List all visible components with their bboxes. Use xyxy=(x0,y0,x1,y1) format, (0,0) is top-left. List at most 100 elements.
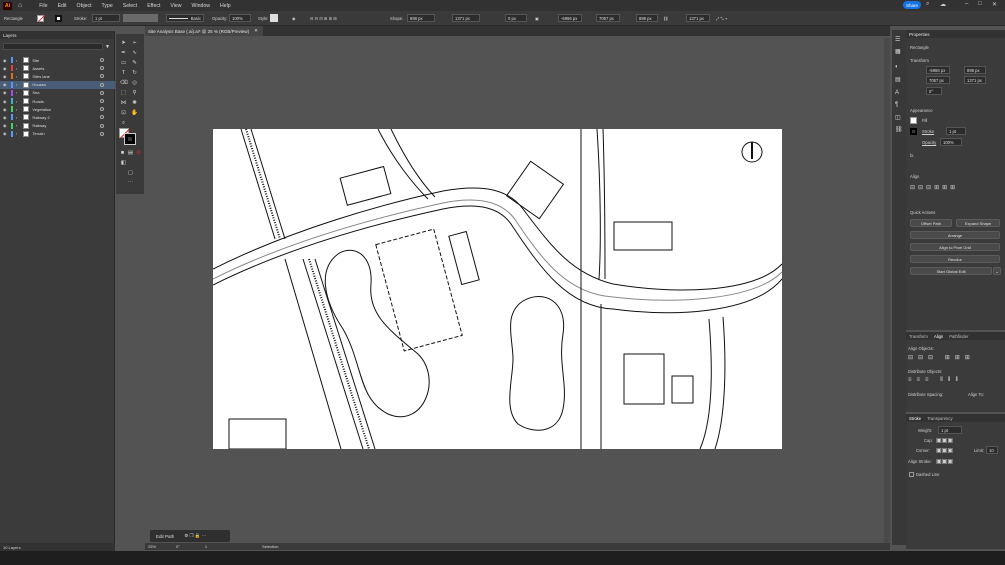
direct-selection-tool-icon[interactable]: ➢ xyxy=(131,40,138,47)
maximize-icon[interactable]: □ xyxy=(978,1,982,7)
vertical-scrollbar[interactable] xyxy=(884,38,890,543)
free-transform-tool-icon[interactable]: ⬚ xyxy=(120,90,127,97)
document-tab[interactable]: Site Analysis Base (.ai).ai* @ 25 % (RGB… xyxy=(145,26,263,36)
type-tool-icon[interactable]: T xyxy=(120,70,127,77)
eraser-tool-icon[interactable]: ⌫ xyxy=(120,80,128,87)
expand-arrow-icon[interactable]: › xyxy=(16,74,17,79)
y-field[interactable]: 7067 px xyxy=(596,14,620,22)
graphic-style-swatch[interactable] xyxy=(270,14,278,22)
layer-name[interactable]: Houses xyxy=(32,82,46,87)
eye-icon[interactable]: ◉ xyxy=(3,131,9,136)
variable-width-profile[interactable] xyxy=(123,14,158,22)
links-dock-icon[interactable]: ⛓ xyxy=(895,126,903,133)
prop-opacity-field[interactable]: 100% xyxy=(940,138,962,146)
menu-effect[interactable]: Effect xyxy=(142,3,165,9)
stroke-weight-field[interactable]: 1 pt xyxy=(92,14,120,22)
blend-tool-icon[interactable]: ⋈ xyxy=(120,100,127,107)
layer-row[interactable]: ◉ › Vegetation xyxy=(0,105,115,113)
swatches-dock-icon[interactable]: ▤ xyxy=(895,76,901,83)
eye-icon[interactable]: ◉ xyxy=(3,90,9,95)
minimize-icon[interactable]: – xyxy=(965,1,968,7)
expand-arrow-icon[interactable]: › xyxy=(16,90,17,95)
expand-shape-button[interactable]: Expand Shape xyxy=(956,219,1000,227)
layer-row[interactable]: ◉ › Railway 2 xyxy=(0,113,115,121)
stroke-swatch[interactable] xyxy=(55,14,62,23)
draw-mode-icon[interactable]: ◧ xyxy=(120,160,127,167)
properties-dock-icon[interactable]: ☰ xyxy=(895,36,900,43)
layer-row[interactable]: ◉ › Houses xyxy=(0,80,115,89)
eye-icon[interactable]: ◉ xyxy=(3,58,9,63)
layer-target-icon[interactable] xyxy=(100,90,104,95)
layer-name[interactable]: Railway xyxy=(32,123,46,128)
zoom-value[interactable]: 25% xyxy=(148,544,156,549)
layer-target-icon[interactable] xyxy=(100,131,104,136)
layer-target-icon[interactable] xyxy=(100,58,104,62)
warp-tool-icon[interactable]: ◎ xyxy=(131,80,138,87)
layer-row[interactable]: ◉ › Terrain xyxy=(0,130,115,138)
arrange-button[interactable]: Arrange xyxy=(910,231,1000,239)
libraries-dock-icon[interactable]: ▦ xyxy=(895,48,901,55)
artboard[interactable] xyxy=(213,129,782,449)
prop-stroke-field[interactable]: 1 pt xyxy=(946,127,966,135)
tab-align[interactable]: Align xyxy=(931,334,946,339)
hand-tool-icon[interactable]: ✋ xyxy=(131,110,138,117)
stroke-color-swatch[interactable] xyxy=(910,128,917,135)
layer-name[interactable]: Terrain xyxy=(32,131,44,136)
layer-name[interactable]: Railway 2 xyxy=(32,115,49,120)
stroke-color-icon[interactable] xyxy=(124,133,136,145)
limit-input[interactable]: 10 xyxy=(986,446,998,454)
expand-arrow-icon[interactable]: › xyxy=(16,82,17,87)
more-tools-icon[interactable]: ⋯ xyxy=(127,180,134,187)
pen-tool-icon[interactable]: ✒ xyxy=(120,50,127,57)
home-icon[interactable]: ⌂ xyxy=(18,2,22,9)
site-plan-drawing[interactable] xyxy=(213,129,782,449)
shape-height-field[interactable]: 1371 px xyxy=(452,14,480,22)
x-field[interactable]: -5966 px xyxy=(558,14,582,22)
layer-row[interactable]: ◉ › Railway xyxy=(0,122,115,130)
layer-name[interactable]: Roads xyxy=(32,99,44,104)
expand-arrow-icon[interactable]: › xyxy=(16,115,17,120)
rotate-field[interactable]: 0 px xyxy=(505,14,527,22)
search-icon[interactable]: ⌕ xyxy=(926,1,929,8)
align-buttons[interactable]: ⊟⊟⊟⊞⊞⊞ xyxy=(910,184,958,191)
prop-x-field[interactable]: -5966 px xyxy=(926,66,950,74)
align-to-pixel-grid-button[interactable]: Align to Pixel Grid xyxy=(910,243,1000,251)
distribute-object-buttons[interactable]: ≡≡≡ ⦀⦀⦀ xyxy=(908,377,963,384)
task-bar-icons[interactable]: ⚙ ❐ 🔒 ⋯ xyxy=(184,533,206,539)
menu-file[interactable]: File xyxy=(34,3,52,9)
filter-icon[interactable]: ▼ xyxy=(105,44,110,50)
chevron-down-icon[interactable]: ⌄ xyxy=(993,267,1001,275)
layer-row[interactable]: ◉ › Assets xyxy=(0,64,115,72)
tab-transform[interactable]: Transform xyxy=(906,334,931,339)
rotate-tool-icon[interactable]: ↻ xyxy=(131,70,138,77)
color-mode-icon[interactable]: ■ xyxy=(119,150,126,157)
symbol-sprayer-icon[interactable]: ✺ xyxy=(131,100,138,107)
warp-icons[interactable]: ⤢ ⤡ ⊹ xyxy=(716,14,727,23)
menu-edit[interactable]: Edit xyxy=(53,3,72,9)
prop-y-field[interactable]: 7067 px xyxy=(926,76,950,84)
w-field[interactable]: 898 px xyxy=(636,14,658,22)
layer-name[interactable]: Site xyxy=(32,58,39,63)
layer-name[interactable]: Sites lane xyxy=(32,74,50,79)
menu-type[interactable]: Type xyxy=(97,3,118,9)
start-global-edit-button[interactable]: Start Global Edit xyxy=(910,267,992,275)
close-icon[interactable]: ✕ xyxy=(992,1,997,8)
edit-path-button[interactable]: Edit Path xyxy=(156,534,174,539)
dashed-line-checkbox[interactable] xyxy=(909,472,914,477)
zoom-tool-icon[interactable]: ⌕ xyxy=(120,120,127,127)
expand-arrow-icon[interactable]: › xyxy=(16,107,17,112)
tab-transparency[interactable]: Transparency xyxy=(924,416,955,421)
shape-width-field[interactable]: 898 px xyxy=(407,14,435,22)
expand-arrow-icon[interactable]: › xyxy=(16,131,17,136)
layer-row[interactable]: ◉ › Roads xyxy=(0,97,115,105)
screen-mode-icon[interactable]: ▢ xyxy=(127,170,134,177)
eye-icon[interactable]: ◉ xyxy=(3,107,9,112)
layer-target-icon[interactable] xyxy=(100,99,104,103)
layer-row[interactable]: ◉ › Site xyxy=(0,56,115,64)
menu-select[interactable]: Select xyxy=(118,3,142,9)
rotation-value[interactable]: 0° xyxy=(176,544,180,549)
recolor-button[interactable]: Recolor xyxy=(910,255,1000,263)
prop-w-field[interactable]: 898 px xyxy=(964,66,986,74)
expand-arrow-icon[interactable]: › xyxy=(16,99,17,104)
expand-arrow-icon[interactable]: › xyxy=(16,123,17,128)
